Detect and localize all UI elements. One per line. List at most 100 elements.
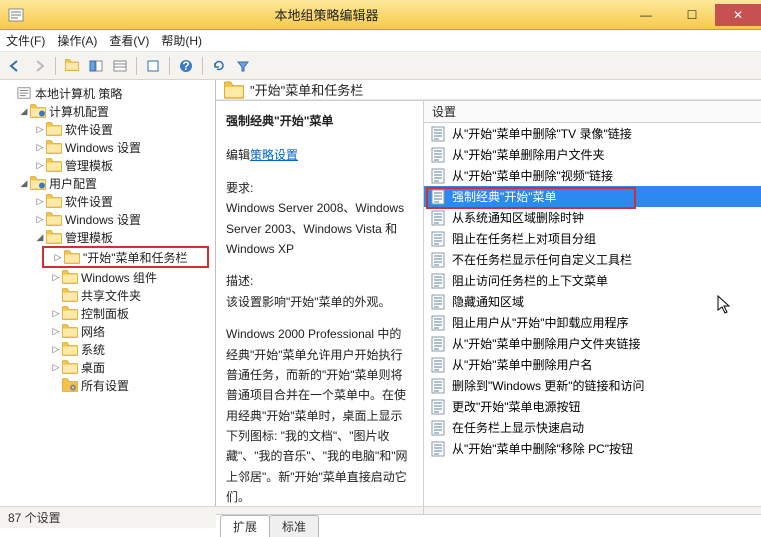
menu-action[interactable]: 操作(A) <box>57 32 97 49</box>
requirements-label: 要求: <box>226 178 413 198</box>
tree-system[interactable]: ▷ 系统 <box>0 340 215 358</box>
list-row[interactable]: 阻止访问任务栏的上下文菜单 <box>424 270 761 291</box>
tree-label: 管理模板 <box>65 229 113 246</box>
tab-extended[interactable]: 扩展 <box>220 515 270 537</box>
list-item-label: 阻止用户从"开始"中卸载应用程序 <box>452 314 629 331</box>
maximize-button[interactable]: ☐ <box>669 4 715 26</box>
policy-icon <box>430 357 446 373</box>
list-row[interactable]: 从"开始"菜单中删除用户文件夹链接 <box>424 333 761 354</box>
policy-icon <box>430 378 446 394</box>
list-item-label: 从"开始"菜单删除用户文件夹 <box>452 146 605 163</box>
tree-software-settings[interactable]: ▷ 软件设置 <box>0 120 215 138</box>
list-item-label: 不在任务栏显示任何自定义工具栏 <box>452 251 632 268</box>
menu-help[interactable]: 帮助(H) <box>161 32 202 49</box>
tree-network[interactable]: ▷ 网络 <box>0 322 215 340</box>
policy-icon <box>430 294 446 310</box>
policy-icon <box>430 336 446 352</box>
list-body[interactable]: 从"开始"菜单中删除"TV 录像"链接从"开始"菜单删除用户文件夹从"开始"菜单… <box>424 123 761 514</box>
list-row[interactable]: 从系统通知区域删除时钟 <box>424 207 761 228</box>
list-row[interactable]: 从"开始"菜单中删除"视频"链接 <box>424 165 761 186</box>
list-row[interactable]: 更改"开始"菜单电源按钮 <box>424 396 761 417</box>
list-row[interactable]: 隐藏通知区域 <box>424 291 761 312</box>
policy-icon <box>430 252 446 268</box>
tree-root[interactable]: 本地计算机 策略 <box>0 84 215 102</box>
list-row[interactable]: 从"开始"菜单中删除"移除 PC"按钮 <box>424 438 761 459</box>
tree-label: Windows 设置 <box>65 139 141 156</box>
tree-windows-settings[interactable]: ▷ Windows 设置 <box>0 138 215 156</box>
forward-button[interactable] <box>28 55 50 77</box>
tree-label: Windows 设置 <box>65 211 141 228</box>
edit-prefix: 编辑 <box>226 148 250 162</box>
tree-shared-folders[interactable]: 共享文件夹 <box>0 286 215 304</box>
list-row[interactable]: 阻止用户从"开始"中卸载应用程序 <box>424 312 761 333</box>
content-header: "开始"菜单和任务栏 <box>216 80 761 100</box>
up-button[interactable] <box>61 55 83 77</box>
back-button[interactable] <box>4 55 26 77</box>
tab-standard[interactable]: 标准 <box>269 515 319 537</box>
list-row[interactable]: 从"开始"菜单中删除用户名 <box>424 354 761 375</box>
menu-view[interactable]: 查看(V) <box>109 32 149 49</box>
policy-icon <box>430 189 446 205</box>
tree-computer-config[interactable]: ◢ 计算机配置 <box>0 102 215 120</box>
list-row[interactable]: 在任务栏上显示快速启动 <box>424 417 761 438</box>
tree-user-admin-templates[interactable]: ◢ 管理模板 <box>0 228 215 246</box>
tree-label: 软件设置 <box>65 121 113 138</box>
list-row[interactable]: 从"开始"菜单删除用户文件夹 <box>424 144 761 165</box>
description-para2: Windows 2000 Professional 中的经典"开始"菜单允许用户… <box>226 324 413 508</box>
menu-file[interactable]: 文件(F) <box>6 32 45 49</box>
list-item-label: 从"开始"菜单中删除"TV 录像"链接 <box>452 125 632 142</box>
detail-pane: 强制经典"开始"菜单 编辑策略设置 要求: Windows Server 200… <box>216 101 424 514</box>
export-button[interactable] <box>142 55 164 77</box>
policy-icon <box>430 126 446 142</box>
tree-label: 本地计算机 策略 <box>35 85 122 102</box>
show-hide-tree-button[interactable] <box>85 55 107 77</box>
tree-label: 共享文件夹 <box>81 287 141 304</box>
list-item-label: 在任务栏上显示快速启动 <box>452 419 584 436</box>
policy-icon <box>430 168 446 184</box>
list-row[interactable]: 阻止在任务栏上对项目分组 <box>424 228 761 249</box>
tree-desktop[interactable]: ▷ 桌面 <box>0 358 215 376</box>
refresh-button[interactable] <box>208 55 230 77</box>
list-row[interactable]: 不在任务栏显示任何自定义工具栏 <box>424 249 761 270</box>
help-button[interactable]: ? <box>175 55 197 77</box>
tree-windows-components[interactable]: ▷ Windows 组件 <box>0 268 215 286</box>
list-row[interactable]: 强制经典"开始"菜单 <box>424 186 761 207</box>
policy-icon <box>430 273 446 289</box>
list-item-label: 更改"开始"菜单电源按钮 <box>452 398 581 415</box>
tree-all-settings[interactable]: 所有设置 <box>0 376 215 394</box>
folder-icon <box>224 81 244 99</box>
tree-label: 系统 <box>81 341 105 358</box>
list-item-label: 从"开始"菜单中删除用户文件夹链接 <box>452 335 641 352</box>
tree-user-windows-settings[interactable]: ▷ Windows 设置 <box>0 210 215 228</box>
toolbar: ? <box>0 52 761 80</box>
list-item-label: 删除到"Windows 更新"的链接和访问 <box>452 377 645 394</box>
minimize-button[interactable]: — <box>623 4 669 26</box>
policy-title: 强制经典"开始"菜单 <box>226 111 413 131</box>
list-row[interactable]: 从"开始"菜单中删除"TV 录像"链接 <box>424 123 761 144</box>
list-pane: 设置 从"开始"菜单中删除"TV 录像"链接从"开始"菜单删除用户文件夹从"开始… <box>424 101 761 514</box>
close-button[interactable]: ✕ <box>715 4 761 26</box>
tree-admin-templates[interactable]: ▷ 管理模板 <box>0 156 215 174</box>
list-item-label: 隐藏通知区域 <box>452 293 524 310</box>
list-row[interactable]: 删除到"Windows 更新"的链接和访问 <box>424 375 761 396</box>
tree-pane[interactable]: 本地计算机 策略 ◢ 计算机配置 ▷ 软件设置 ▷ Windows 设置 ▷ 管… <box>0 80 216 506</box>
tabs: 扩展 标准 <box>216 514 761 536</box>
filter-button[interactable] <box>232 55 254 77</box>
requirements-text: Windows Server 2008、Windows Server 2003、… <box>226 198 413 259</box>
list-item-label: 从系统通知区域删除时钟 <box>452 209 584 226</box>
policy-icon <box>430 147 446 163</box>
tree-start-taskbar[interactable]: ▷ "开始"菜单和任务栏 <box>44 248 207 266</box>
tree-label: 网络 <box>81 323 105 340</box>
policy-icon <box>430 399 446 415</box>
list-column-header[interactable]: 设置 <box>424 101 761 123</box>
tree-label: 所有设置 <box>81 377 129 394</box>
tree-user-software-settings[interactable]: ▷ 软件设置 <box>0 192 215 210</box>
edit-policy-link[interactable]: 策略设置 <box>250 148 298 162</box>
list-item-label: 强制经典"开始"菜单 <box>452 188 557 205</box>
list-view-button[interactable] <box>109 55 131 77</box>
tree-user-config[interactable]: ◢ 用户配置 <box>0 174 215 192</box>
tree-label: 管理模板 <box>65 157 113 174</box>
policy-icon <box>430 315 446 331</box>
description-text: 该设置影响"开始"菜单的外观。 <box>226 292 413 312</box>
tree-control-panel[interactable]: ▷ 控制面板 <box>0 304 215 322</box>
